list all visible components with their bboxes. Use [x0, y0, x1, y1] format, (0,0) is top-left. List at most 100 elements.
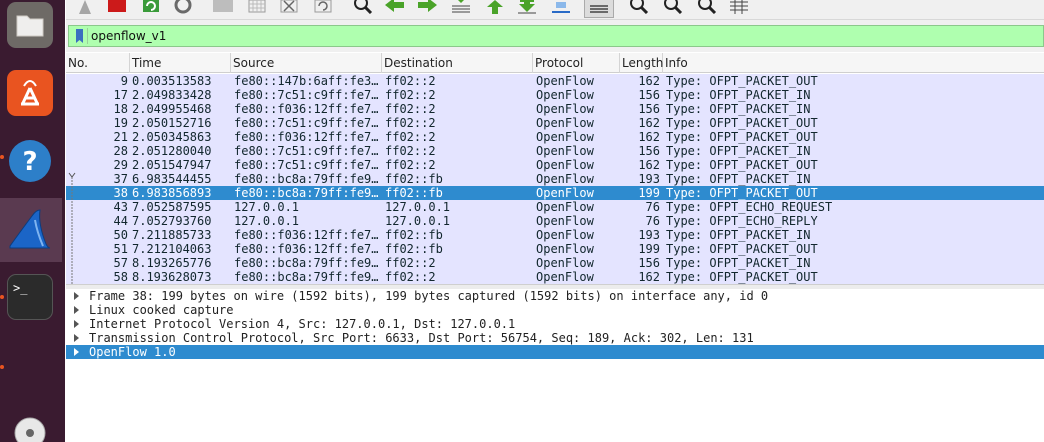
expand-arrow-icon[interactable]	[74, 292, 79, 300]
cell-length: 156	[638, 256, 660, 270]
detail-tree-item[interactable]: OpenFlow 1.0	[66, 345, 1044, 359]
cell-destination: ff02::2	[385, 144, 436, 158]
cell-time: 2.051280040	[132, 144, 212, 158]
expand-arrow-icon[interactable]	[74, 348, 79, 356]
restart-capture-icon[interactable]	[140, 0, 162, 14]
packet-row[interactable]: 38 6.983856893 fe80::bc8a:79ff:fe9… ff02::f…	[66, 186, 1044, 200]
find-packet-icon[interactable]	[352, 0, 374, 14]
display-filter-input[interactable]: openflow_v1	[68, 25, 1044, 47]
capture-options-icon[interactable]	[172, 0, 194, 14]
packet-details: Frame 38: 199 bytes on wire (1592 bits),…	[66, 289, 1044, 442]
cell-protocol: OpenFlow	[536, 186, 594, 200]
terminal-icon[interactable]: >_	[7, 274, 53, 320]
cell-destination: ff02::fb	[385, 186, 443, 200]
packet-row[interactable]: 29 2.051547947 fe80::7c51:c9ff:fe7… ff02::2…	[66, 158, 1044, 172]
packet-list: No. Time Source Destination Protocol Len…	[66, 53, 1044, 284]
expand-arrow-icon[interactable]	[74, 306, 79, 314]
column-header-destination[interactable]: Destination	[382, 53, 533, 73]
cell-length: 76	[645, 200, 660, 214]
detail-tree-item[interactable]: Internet Protocol Version 4, Src: 127.0.…	[66, 317, 1044, 331]
packet-row[interactable]: 51 7.212104063 fe80::f036:12ff:fe7… ff02::f…	[66, 242, 1044, 256]
cell-source: fe80::f036:12ff:fe7…	[234, 228, 379, 242]
cell-time: 2.049833428	[132, 88, 212, 102]
column-header-time[interactable]: Time	[130, 53, 231, 73]
zoom-out-icon[interactable]	[662, 0, 684, 14]
cell-info: Type: OFPT_PACKET_OUT	[666, 242, 818, 256]
zoom-in-icon[interactable]	[628, 0, 650, 14]
packet-row[interactable]: 57 8.193265776 fe80::bc8a:79ff:fe9… ff02::2…	[66, 256, 1044, 270]
column-header-source[interactable]: Source	[231, 53, 382, 73]
cell-protocol: OpenFlow	[536, 158, 594, 172]
bookmark-icon[interactable]	[72, 28, 88, 44]
packet-row[interactable]: 17 2.049833428 fe80::7c51:c9ff:fe7… ff02::2…	[66, 88, 1044, 102]
cell-time: 8.193265776	[132, 256, 212, 270]
expand-arrow-icon[interactable]	[74, 320, 79, 328]
packet-row[interactable]: 44 7.052793760 127.0.0.1 127.0.0.1 OpenFlow 7…	[66, 214, 1044, 228]
cell-destination: ff02::2	[385, 158, 436, 172]
resize-columns-icon[interactable]	[728, 0, 750, 14]
start-capture-icon[interactable]	[74, 0, 96, 14]
cell-protocol: OpenFlow	[536, 172, 594, 186]
cell-info: Type: OFPT_ECHO_REQUEST	[666, 200, 833, 214]
normal-size-icon[interactable]	[696, 0, 718, 14]
cell-info: Type: OFPT_PACKET_OUT	[666, 270, 818, 284]
cell-source: fe80::bc8a:79ff:fe9…	[234, 256, 379, 270]
column-header-length[interactable]: Length	[620, 53, 663, 73]
colorize-toggle-icon[interactable]	[584, 0, 614, 18]
autoscroll-icon[interactable]	[550, 0, 572, 14]
disc-icon[interactable]	[7, 410, 53, 442]
packet-row[interactable]: 21 2.050345863 fe80::f036:12ff:fe7… ff02::2…	[66, 130, 1044, 144]
packet-row[interactable]: 58 8.193628073 fe80::bc8a:79ff:fe9… ff02::2…	[66, 270, 1044, 284]
cell-protocol: OpenFlow	[536, 270, 594, 284]
go-forward-icon[interactable]	[416, 0, 438, 14]
packet-row[interactable]: 50 7.211885733 fe80::f036:12ff:fe7… ff02::f…	[66, 228, 1044, 242]
packet-row[interactable]: 19 2.050152716 fe80::7c51:c9ff:fe7… ff02::2…	[66, 116, 1044, 130]
first-packet-icon[interactable]	[484, 0, 506, 14]
go-to-packet-icon[interactable]	[450, 0, 472, 14]
cell-time: 6.983856893	[132, 186, 212, 200]
cell-info: Type: OFPT_PACKET_OUT	[666, 158, 818, 172]
wireshark-icon[interactable]	[7, 206, 53, 252]
cell-info: Type: OFPT_PACKET_OUT	[666, 130, 818, 144]
expand-arrow-icon[interactable]	[74, 334, 79, 342]
files-icon[interactable]	[7, 2, 53, 48]
cell-source: fe80::7c51:c9ff:fe7…	[234, 158, 379, 172]
cell-protocol: OpenFlow	[536, 256, 594, 270]
cell-source: fe80::f036:12ff:fe7…	[234, 102, 379, 116]
cell-source: fe80::7c51:c9ff:fe7…	[234, 144, 379, 158]
cell-source: fe80::bc8a:79ff:fe9…	[234, 186, 379, 200]
last-packet-icon[interactable]	[516, 0, 538, 14]
cell-destination: ff02::2	[385, 88, 436, 102]
go-back-icon[interactable]	[384, 0, 406, 14]
packet-row[interactable]: 9 0.003513583 fe80::147b:6aff:fe3… ff02::2 O…	[66, 74, 1044, 88]
open-file-icon[interactable]	[212, 0, 234, 14]
cell-info: Type: OFPT_PACKET_OUT	[666, 74, 818, 88]
packet-row[interactable]: 18 2.049955468 fe80::f036:12ff:fe7… ff02::2…	[66, 102, 1044, 116]
packet-row[interactable]: 37 6.983544455 fe80::bc8a:79ff:fe9… ff02::f…	[66, 172, 1044, 186]
detail-text: Internet Protocol Version 4, Src: 127.0.…	[89, 317, 516, 331]
detail-tree-item[interactable]: Transmission Control Protocol, Src Port:…	[66, 331, 1044, 345]
column-header-info[interactable]: Info	[663, 53, 1044, 73]
close-file-icon[interactable]	[278, 0, 300, 14]
detail-tree-item[interactable]: Linux cooked capture	[66, 303, 1044, 317]
app-store-icon[interactable]	[7, 70, 53, 116]
packet-row[interactable]: 43 7.052587595 127.0.0.1 127.0.0.1 OpenFlow 7…	[66, 200, 1044, 214]
cell-source: fe80::f036:12ff:fe7…	[234, 242, 379, 256]
cell-destination: ff02::2	[385, 116, 436, 130]
detail-tree-item[interactable]: Frame 38: 199 bytes on wire (1592 bits),…	[66, 289, 1044, 303]
column-header-protocol[interactable]: Protocol	[533, 53, 620, 73]
stop-capture-icon[interactable]	[106, 0, 128, 14]
help-icon[interactable]: ?	[7, 138, 53, 184]
packet-row[interactable]: 28 2.051280040 fe80::7c51:c9ff:fe7… ff02::2…	[66, 144, 1044, 158]
cell-time: 0.003513583	[132, 74, 212, 88]
cell-length: 162	[638, 158, 660, 172]
cell-protocol: OpenFlow	[536, 214, 594, 228]
main-toolbar	[66, 0, 1044, 20]
cell-destination: ff02::2	[385, 270, 436, 284]
reload-file-icon[interactable]	[312, 0, 334, 14]
cell-info: Type: OFPT_PACKET_IN	[666, 172, 811, 186]
cell-time: 7.052587595	[132, 200, 212, 214]
related-packet-marker	[68, 172, 76, 284]
cell-destination: ff02::2	[385, 256, 436, 270]
save-file-icon[interactable]	[246, 0, 268, 14]
